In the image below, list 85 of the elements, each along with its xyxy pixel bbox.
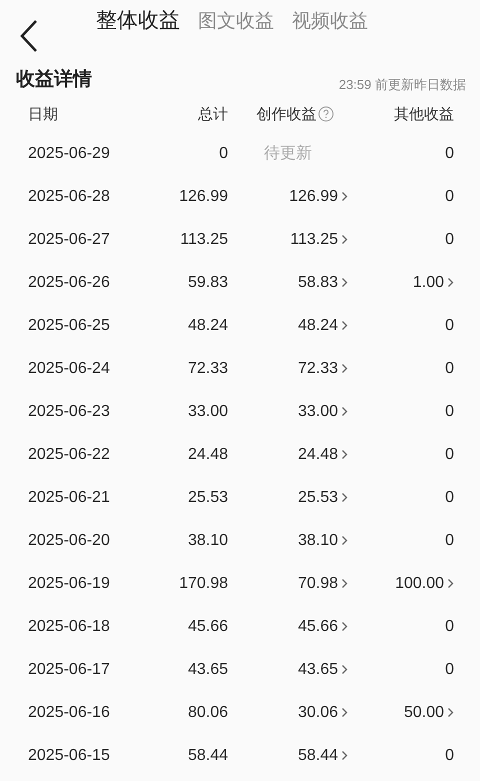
date-cell: 2025-06-19 bbox=[28, 574, 110, 592]
date-cell: 2025-06-20 bbox=[28, 532, 110, 550]
total-cell: 25.53 bbox=[188, 488, 228, 506]
creation-amount-link[interactable]: 30.06 bbox=[298, 704, 348, 722]
chevron-right-icon bbox=[341, 320, 348, 331]
date-cell: 2025-06-25 bbox=[28, 316, 110, 334]
other-amount: 0 bbox=[445, 660, 454, 678]
creation-amount-link[interactable]: 70.98 bbox=[298, 574, 348, 592]
chevron-right-icon bbox=[447, 707, 454, 718]
chevron-right-icon bbox=[341, 449, 348, 460]
other-amount: 0 bbox=[445, 360, 454, 378]
other-amount: 0 bbox=[445, 230, 454, 248]
other-amount: 0 bbox=[445, 488, 454, 506]
pending-status: 待更新 bbox=[264, 144, 312, 164]
creation-amount-link[interactable]: 38.10 bbox=[298, 532, 348, 550]
total-cell: 38.10 bbox=[188, 532, 228, 550]
chevron-right-icon bbox=[341, 621, 348, 632]
total-cell: 59.83 bbox=[188, 274, 228, 292]
tab[interactable]: 整体收益 bbox=[96, 6, 180, 36]
column-header: 总计 bbox=[198, 104, 228, 124]
creation-amount-link[interactable]: 48.24 bbox=[298, 316, 348, 334]
date-cell: 2025-06-16 bbox=[28, 704, 110, 722]
help-icon[interactable] bbox=[318, 106, 334, 122]
total-cell: 24.48 bbox=[188, 446, 228, 464]
chevron-right-icon bbox=[447, 578, 454, 589]
date-cell: 2025-06-22 bbox=[28, 446, 110, 464]
chevron-right-icon bbox=[341, 363, 348, 374]
chevron-right-icon bbox=[447, 277, 454, 288]
chevron-right-icon bbox=[341, 750, 348, 761]
creation-amount-link[interactable]: 45.66 bbox=[298, 618, 348, 636]
creation-amount-link[interactable]: 58.44 bbox=[298, 746, 348, 764]
total-cell: 126.99 bbox=[179, 188, 228, 206]
chevron-right-icon bbox=[341, 277, 348, 288]
date-cell: 2025-06-28 bbox=[28, 188, 110, 206]
other-amount: 0 bbox=[445, 746, 454, 764]
other-amount-link[interactable]: 1.00 bbox=[412, 274, 454, 292]
creation-amount-link[interactable]: 58.83 bbox=[298, 274, 348, 292]
date-cell: 2025-06-15 bbox=[28, 746, 110, 764]
chevron-right-icon bbox=[341, 492, 348, 503]
column-header: 创作收益 bbox=[256, 104, 316, 124]
chevron-right-icon bbox=[341, 578, 348, 589]
chevron-right-icon bbox=[341, 664, 348, 675]
chevron-right-icon bbox=[341, 191, 348, 202]
column-header: 其他收益 bbox=[394, 104, 454, 124]
chevron-right-icon bbox=[341, 234, 348, 245]
date-cell: 2025-06-17 bbox=[28, 660, 110, 678]
other-amount: 0 bbox=[445, 532, 454, 550]
chevron-right-icon bbox=[341, 406, 348, 417]
other-amount: 0 bbox=[445, 446, 454, 464]
total-cell: 170.98 bbox=[179, 574, 228, 592]
creation-amount-link[interactable]: 113.25 bbox=[290, 230, 348, 248]
total-cell: 33.00 bbox=[188, 402, 228, 420]
date-cell: 2025-06-24 bbox=[28, 360, 110, 378]
total-cell: 80.06 bbox=[188, 704, 228, 722]
total-cell: 0 bbox=[219, 144, 228, 162]
date-cell: 2025-06-26 bbox=[28, 274, 110, 292]
total-cell: 72.33 bbox=[188, 360, 228, 378]
creation-amount-link[interactable]: 72.33 bbox=[298, 360, 348, 378]
total-cell: 45.66 bbox=[188, 618, 228, 636]
other-amount: 0 bbox=[445, 402, 454, 420]
date-cell: 2025-06-18 bbox=[28, 618, 110, 636]
creation-amount-link[interactable]: 25.53 bbox=[298, 488, 348, 506]
other-amount-link[interactable]: 100.00 bbox=[395, 574, 454, 592]
creation-amount-link[interactable]: 43.65 bbox=[298, 660, 348, 678]
total-cell: 113.25 bbox=[180, 230, 228, 248]
total-cell: 43.65 bbox=[188, 660, 228, 678]
other-amount: 0 bbox=[445, 316, 454, 334]
date-cell: 2025-06-29 bbox=[28, 144, 110, 162]
other-amount: 0 bbox=[445, 618, 454, 636]
other-amount: 0 bbox=[445, 188, 454, 206]
date-cell: 2025-06-27 bbox=[28, 230, 110, 248]
section-title: 收益详情 bbox=[16, 68, 92, 92]
creation-amount-link[interactable]: 33.00 bbox=[298, 402, 348, 420]
other-amount-link[interactable]: 50.00 bbox=[404, 704, 454, 722]
total-cell: 48.24 bbox=[188, 316, 228, 334]
creation-amount-link[interactable]: 24.48 bbox=[298, 446, 348, 464]
other-amount: 0 bbox=[445, 144, 454, 162]
chevron-right-icon bbox=[341, 707, 348, 718]
chevron-right-icon bbox=[341, 535, 348, 546]
creation-amount-link[interactable]: 126.99 bbox=[289, 188, 348, 206]
column-header: 日期 bbox=[28, 104, 58, 124]
date-cell: 2025-06-23 bbox=[28, 402, 110, 420]
date-cell: 2025-06-21 bbox=[28, 488, 110, 506]
total-cell: 58.44 bbox=[188, 746, 228, 764]
update-note: 23:59 前更新昨日数据 bbox=[338, 76, 466, 94]
